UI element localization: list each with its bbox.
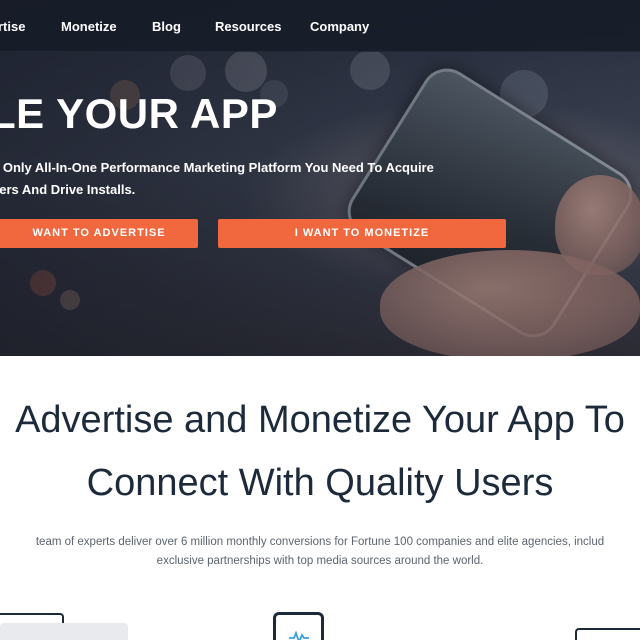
monetize-button[interactable]: I WANT TO MONETIZE bbox=[218, 219, 506, 248]
section-description: team of experts deliver over 6 million m… bbox=[35, 536, 605, 548]
section-description: exclusive partnerships with top media so… bbox=[156, 555, 484, 567]
nav-advertise[interactable]: rtise bbox=[0, 19, 25, 34]
nav-resources[interactable]: Resources bbox=[215, 19, 281, 34]
top-navigation: rtise Monetize Blog Resources Company bbox=[0, 0, 640, 52]
section-headline: Advertise and Monetize Your App To bbox=[15, 399, 625, 441]
feature-card bbox=[0, 623, 128, 640]
hero-banner: LE YOUR APP e Only All-In-One Performanc… bbox=[0, 0, 640, 356]
advertise-button[interactable]: WANT TO ADVERTISE bbox=[0, 219, 198, 248]
phone-analytics-icon bbox=[273, 612, 324, 640]
monitor-icon bbox=[575, 628, 640, 640]
section-headline: Connect With Quality Users bbox=[86, 462, 554, 504]
hero-subtitle-line: sers And Drive Installs. bbox=[0, 182, 136, 197]
hero-subtitle: e Only All-In-One Performance Marketing … bbox=[0, 157, 492, 201]
nav-blog[interactable]: Blog bbox=[152, 19, 181, 34]
hero-title: LE YOUR APP bbox=[0, 90, 278, 137]
nav-company[interactable]: Company bbox=[310, 19, 369, 34]
nav-monetize[interactable]: Monetize bbox=[61, 19, 117, 34]
pulse-icon bbox=[289, 631, 309, 640]
hero-subtitle-line: e Only All-In-One Performance Marketing … bbox=[0, 160, 434, 175]
